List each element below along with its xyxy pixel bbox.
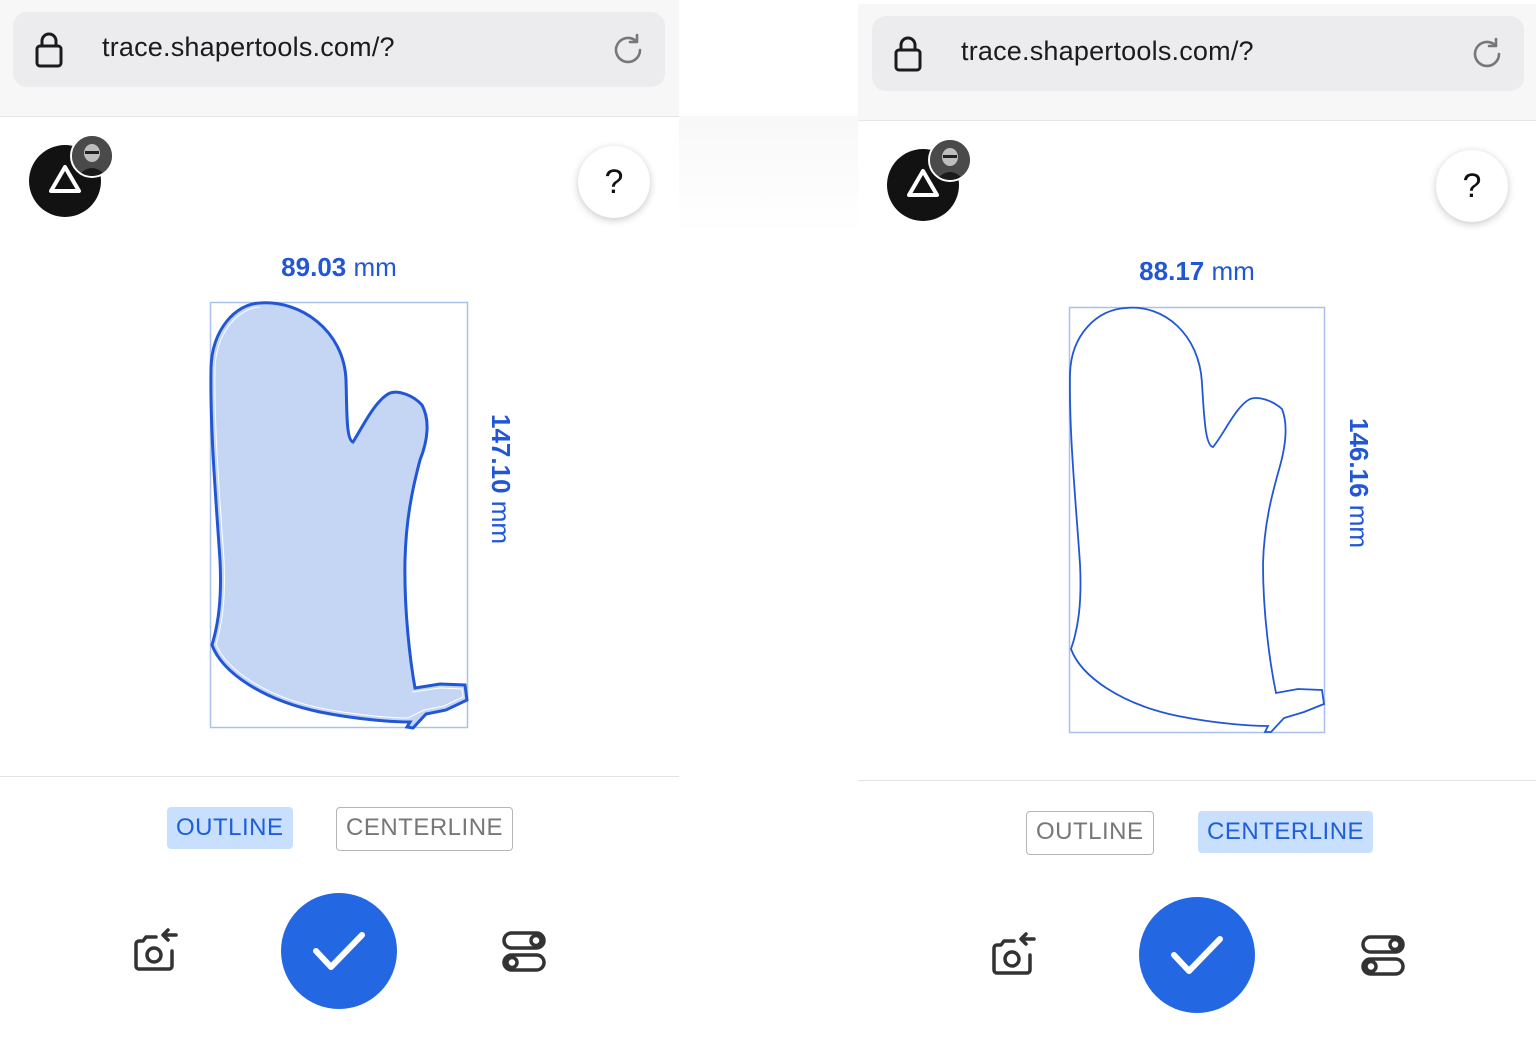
- gap-band: [679, 116, 858, 236]
- panel-gap: [679, 0, 858, 1038]
- oven-mitt-centerline: [1069, 306, 1325, 733]
- checkmark-icon: [1171, 936, 1223, 974]
- trace-preview: [0, 301, 679, 777]
- mode-outline-button[interactable]: OUTLINE: [1026, 811, 1154, 855]
- retake-camera-icon[interactable]: [990, 931, 1038, 979]
- confirm-button[interactable]: [281, 893, 397, 1009]
- screen-centerline-mode: trace.shapertools.com/? ? 88.17 mm 146.1…: [858, 4, 1536, 1042]
- settings-toggles-icon[interactable]: [500, 928, 548, 976]
- bounding-box: [1068, 306, 1326, 734]
- settings-toggles-icon[interactable]: [1359, 932, 1407, 980]
- retake-camera-icon[interactable]: [132, 927, 180, 975]
- confirm-button[interactable]: [1139, 897, 1255, 1013]
- trace-preview: [858, 306, 1536, 781]
- screen-outline-mode: trace.shapertools.com/? ? 89.03 mm 147.1…: [0, 0, 679, 1038]
- checkmark-icon: [313, 932, 365, 970]
- mode-outline-button[interactable]: OUTLINE: [167, 807, 293, 849]
- mode-centerline-button[interactable]: CENTERLINE: [1198, 811, 1374, 853]
- mode-centerline-button[interactable]: CENTERLINE: [336, 807, 514, 851]
- oven-mitt-outline: [209, 301, 469, 730]
